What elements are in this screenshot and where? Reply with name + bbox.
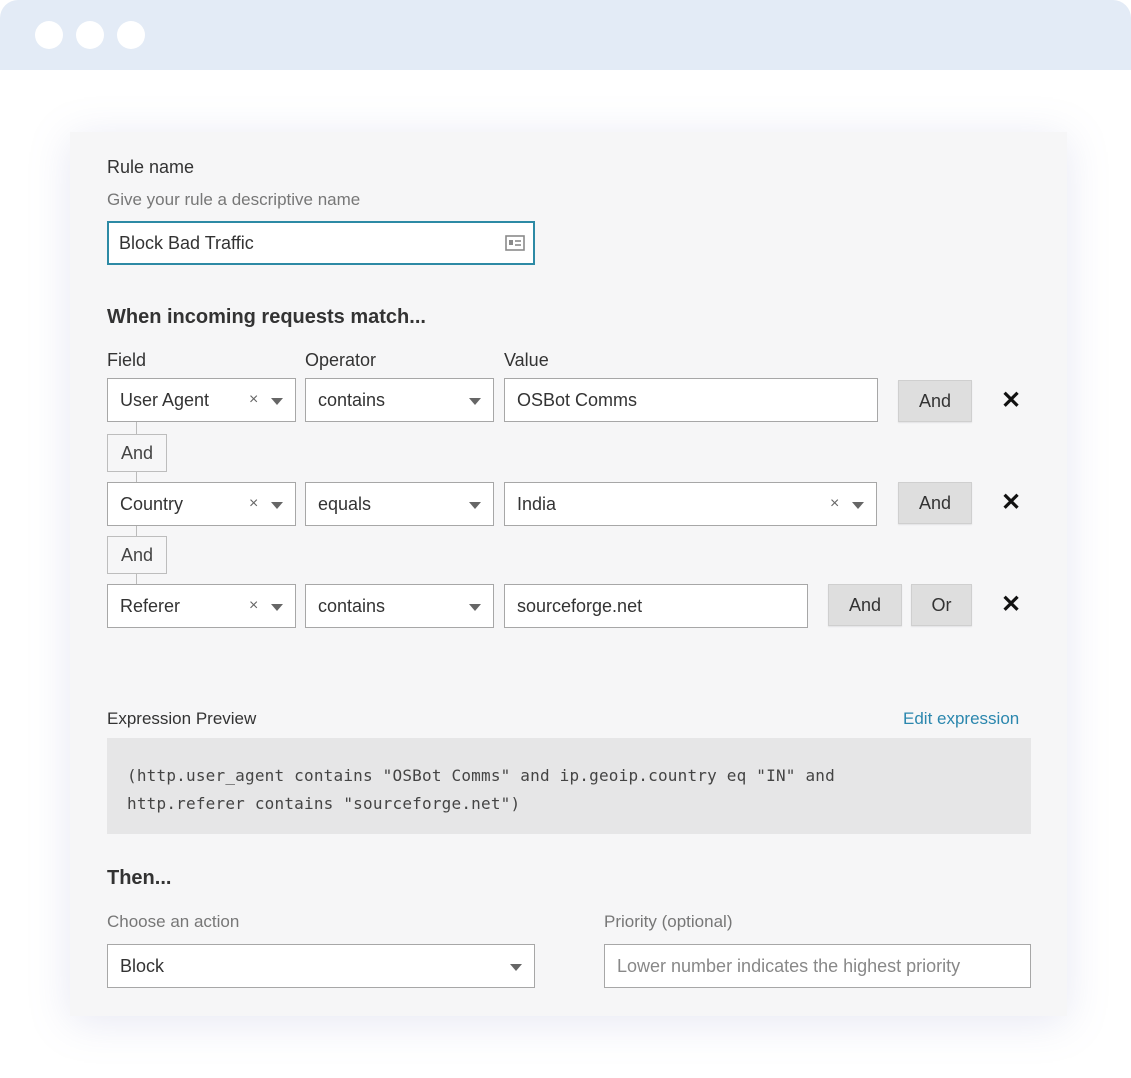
value-input-text: sourceforge.net (517, 596, 643, 616)
window-titlebar (0, 0, 1131, 70)
and-button[interactable]: And (898, 482, 972, 524)
field-select[interactable]: User Agent × (107, 378, 296, 422)
operator-select[interactable]: contains (305, 378, 494, 422)
then-heading: Then... (107, 867, 172, 889)
priority-placeholder: Lower number indicates the highest prior… (617, 956, 961, 976)
clear-icon[interactable]: × (249, 379, 258, 421)
operator-select[interactable]: contains (305, 584, 494, 628)
field-select-value: User Agent (120, 390, 210, 410)
expression-preview-label: Expression Preview (107, 709, 257, 728)
edit-expression-link[interactable]: Edit expression (903, 709, 1019, 729)
chevron-down-icon[interactable] (469, 502, 481, 509)
chevron-down-icon[interactable] (469, 604, 481, 611)
operator-select-value: equals (318, 494, 372, 514)
priority-label: Priority (optional) (604, 912, 733, 931)
field-select[interactable]: Referer × (107, 584, 296, 628)
rule-name-label: Rule name (107, 157, 195, 177)
clear-icon[interactable]: × (830, 483, 839, 525)
chevron-down-icon[interactable] (852, 502, 864, 509)
remove-condition-icon[interactable]: ✕ (1001, 491, 1021, 515)
chevron-down-icon[interactable] (271, 398, 283, 405)
remove-condition-icon[interactable]: ✕ (1001, 389, 1021, 413)
operator-select[interactable]: equals (305, 482, 494, 526)
priority-input[interactable]: Lower number indicates the highest prior… (604, 944, 1031, 988)
column-operator-label: Operator (305, 350, 377, 370)
column-field-label: Field (107, 350, 147, 370)
action-select-value: Block (120, 956, 165, 976)
field-select[interactable]: Country × (107, 482, 296, 526)
chevron-down-icon[interactable] (469, 398, 481, 405)
column-value-label: Value (504, 350, 549, 370)
window-dot-icon (76, 21, 104, 49)
value-input-text: OSBot Comms (517, 390, 638, 410)
chevron-down-icon[interactable] (510, 964, 522, 971)
field-select-value: Country (120, 494, 184, 514)
and-button[interactable]: And (898, 380, 972, 422)
value-select-text: India (517, 494, 557, 514)
expression-preview-box: (http.user_agent contains "OSBot Comms" … (107, 738, 1031, 834)
value-input[interactable]: sourceforge.net (504, 584, 808, 628)
expression-line: (http.user_agent contains "OSBot Comms" … (127, 766, 835, 785)
rule-name-help: Give your rule a descriptive name (107, 190, 361, 209)
window-dot-icon (117, 21, 145, 49)
rule-name-input[interactable]: Block Bad Traffic (107, 221, 535, 265)
chevron-down-icon[interactable] (271, 502, 283, 509)
or-button[interactable]: Or (911, 584, 972, 626)
rule-name-value: Block Bad Traffic (119, 233, 254, 253)
field-select-value: Referer (120, 596, 181, 616)
clear-icon[interactable]: × (249, 483, 258, 525)
remove-condition-icon[interactable]: ✕ (1001, 593, 1021, 617)
logic-connector-and: And (107, 434, 167, 472)
clear-icon[interactable]: × (249, 585, 258, 627)
operator-select-value: contains (318, 596, 386, 616)
window-dot-icon (35, 21, 63, 49)
action-label: Choose an action (107, 912, 240, 931)
value-input[interactable]: OSBot Comms (504, 378, 878, 422)
and-button[interactable]: And (828, 584, 902, 626)
logic-connector-and: And (107, 536, 167, 574)
expression-line: http.referer contains "sourceforge.net") (127, 794, 521, 813)
match-heading: When incoming requests match... (107, 306, 426, 328)
contact-card-icon (505, 235, 525, 251)
chevron-down-icon[interactable] (271, 604, 283, 611)
action-select[interactable]: Block (107, 944, 535, 988)
value-select[interactable]: India × (504, 482, 877, 526)
operator-select-value: contains (318, 390, 386, 410)
